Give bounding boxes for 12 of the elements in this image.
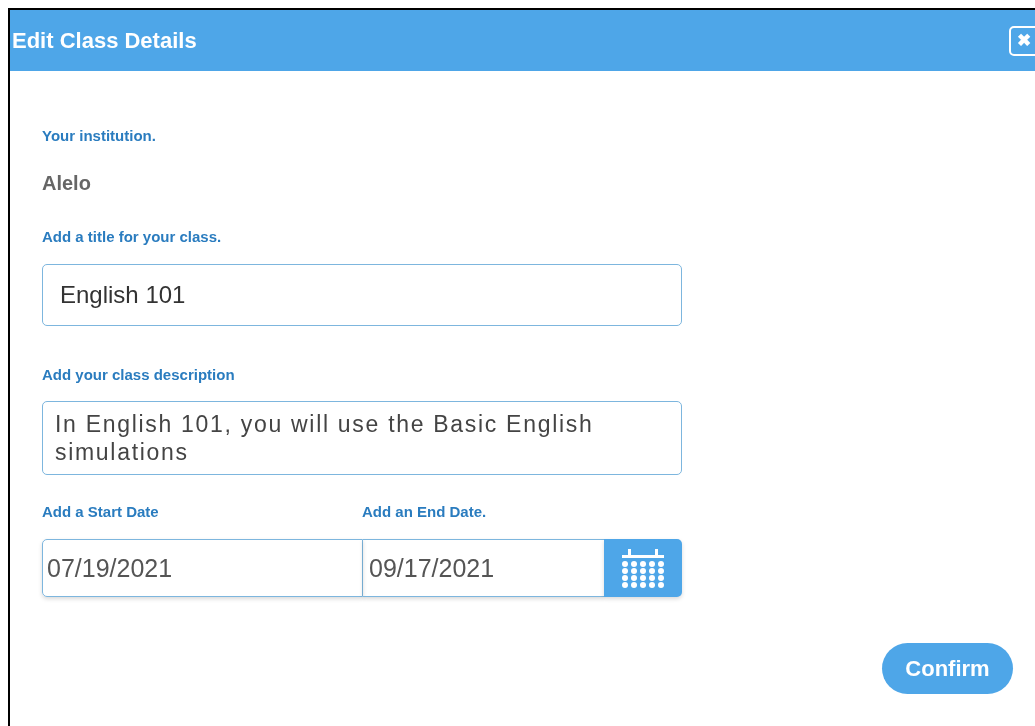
institution-name: Alelo — [42, 170, 92, 196]
end-date-field[interactable]: 09/17/2021 — [363, 539, 604, 597]
start-date-field[interactable]: 07/19/2021 — [42, 539, 363, 597]
title-field[interactable]: English 101 — [42, 264, 682, 326]
field-label: Your institution. — [42, 126, 157, 146]
field-label: Add an End Date. — [362, 501, 487, 522]
field-label: Add a Start Date — [42, 501, 160, 522]
field-label: Add your class description — [42, 365, 236, 385]
description-field[interactable]: In English 101, you will use the Basic English simulations — [42, 400, 682, 475]
field-label: Add a title for your class. — [42, 226, 223, 247]
dialog-title: Edit Class Details — [12, 27, 197, 55]
calendar-button[interactable] — [604, 539, 682, 597]
